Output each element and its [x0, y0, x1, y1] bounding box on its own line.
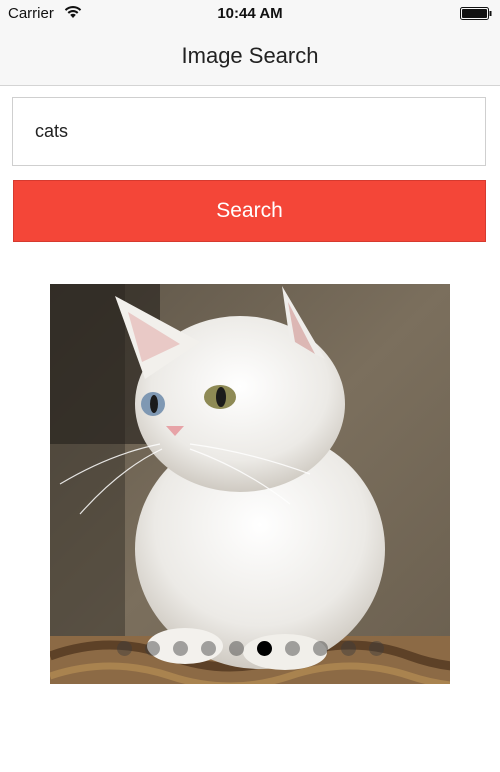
page-dot[interactable] [116, 641, 132, 656]
status-bar: Carrier 10:44 AM [0, 0, 500, 28]
clock: 10:44 AM [217, 5, 283, 22]
search-button[interactable]: Search [13, 180, 486, 242]
search-button-label: Search [216, 199, 283, 222]
page-dot[interactable] [172, 641, 188, 656]
page-dot[interactable] [368, 641, 384, 656]
page-indicator[interactable] [50, 641, 450, 657]
nav-bar: Image Search [0, 28, 500, 86]
search-input[interactable] [12, 97, 486, 166]
page-dot-active[interactable] [256, 641, 272, 656]
page-dot[interactable] [284, 641, 300, 656]
page-dot[interactable] [200, 641, 216, 656]
page-dot[interactable] [312, 641, 328, 656]
kitten-photo [50, 284, 450, 684]
page-dot[interactable] [228, 641, 244, 656]
page-dot[interactable] [340, 641, 356, 656]
battery-icon [460, 7, 492, 20]
page-dot[interactable] [144, 641, 160, 656]
image-carousel[interactable] [50, 284, 450, 684]
page-title: Image Search [181, 43, 319, 68]
